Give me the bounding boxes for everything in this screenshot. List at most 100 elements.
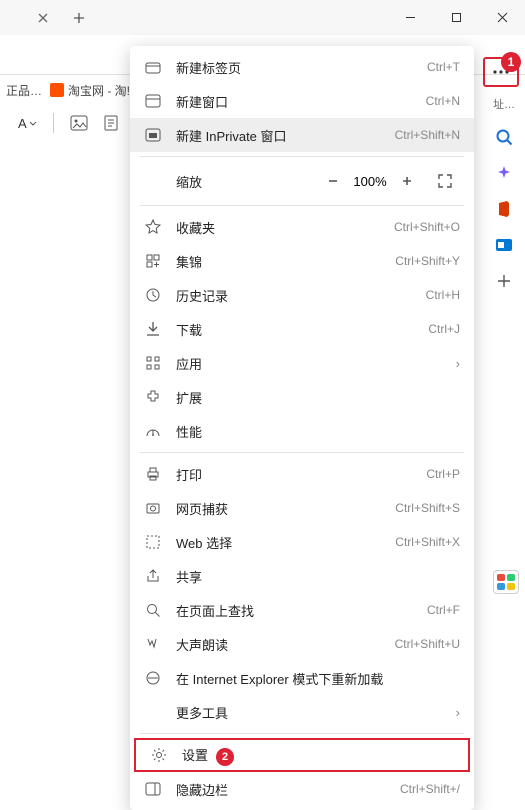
menu-item-label: 更多工具 <box>176 703 450 722</box>
outlook-icon[interactable] <box>493 234 515 256</box>
menu-downloads[interactable]: 下载 Ctrl+J <box>130 312 474 346</box>
menu-item-shortcut: Ctrl+Shift+/ <box>400 782 460 796</box>
share-icon <box>144 568 162 584</box>
favorites-item[interactable]: 正品… <box>6 82 42 99</box>
performance-icon <box>144 423 162 439</box>
menu-item-shortcut: Ctrl+Shift+X <box>395 535 460 549</box>
star-icon <box>144 219 162 235</box>
menu-item-label: Web 选择 <box>176 533 395 552</box>
window-minimize-button[interactable] <box>387 0 433 35</box>
menu-item-label: 扩展 <box>176 388 460 407</box>
menu-item-shortcut: Ctrl+P <box>426 467 460 481</box>
readaloud-icon <box>144 636 162 652</box>
new-tab-button[interactable] <box>64 3 94 33</box>
menu-item-label: 新建标签页 <box>176 58 427 77</box>
menu-new-inprivate[interactable]: 新建 InPrivate 窗口 Ctrl+Shift+N <box>130 118 474 152</box>
menu-item-label: 设置2 <box>182 745 454 766</box>
menu-history[interactable]: 历史记录 Ctrl+H <box>130 278 474 312</box>
menu-separator <box>140 733 464 734</box>
zoom-label: 缩放 <box>176 172 318 191</box>
font-dropdown[interactable]: A <box>18 116 37 131</box>
menu-apps[interactable]: 应用 › <box>130 346 474 380</box>
menu-webcapture[interactable]: 网页捕获 Ctrl+Shift+S <box>130 491 474 525</box>
window-maximize-button[interactable] <box>433 0 479 35</box>
tab-icon <box>144 60 162 74</box>
menu-item-shortcut: Ctrl+F <box>427 603 460 617</box>
callout-badge-2: 2 <box>216 748 234 766</box>
menu-new-window[interactable]: 新建窗口 Ctrl+N <box>130 84 474 118</box>
menu-item-label: 应用 <box>176 354 450 373</box>
chevron-right-icon: › <box>456 356 460 371</box>
apps-icon <box>144 355 162 371</box>
menu-new-tab[interactable]: 新建标签页 Ctrl+T <box>130 50 474 84</box>
menu-item-label: 网页捕获 <box>176 499 395 518</box>
sidebar-icon <box>144 782 162 796</box>
menu-performance[interactable]: 性能 <box>130 414 474 448</box>
menu-item-shortcut: Ctrl+N <box>426 94 460 108</box>
menu-item-label: 性能 <box>176 422 460 441</box>
image-icon[interactable] <box>70 115 88 131</box>
menu-item-shortcut: Ctrl+Shift+O <box>394 220 460 234</box>
extensions-icon <box>144 389 162 405</box>
menu-item-label: 在页面上查找 <box>176 601 427 620</box>
menu-separator <box>140 156 464 157</box>
siderail-add-button[interactable] <box>493 270 515 292</box>
menu-item-label: 大声朗读 <box>176 635 395 654</box>
office-icon[interactable] <box>493 198 515 220</box>
print-icon <box>144 466 162 482</box>
menu-collections[interactable]: 集锦 Ctrl+Shift+Y <box>130 244 474 278</box>
menu-item-label: 下载 <box>176 320 428 339</box>
zoom-out-button[interactable] <box>318 166 348 196</box>
menu-item-shortcut: Ctrl+Shift+N <box>395 128 460 142</box>
menu-share[interactable]: 共享 <box>130 559 474 593</box>
fullscreen-button[interactable] <box>430 166 460 196</box>
capture-icon <box>144 500 162 516</box>
search-icon[interactable] <box>493 126 515 148</box>
menu-separator <box>140 205 464 206</box>
history-icon <box>144 287 162 303</box>
zoom-value: 100% <box>348 174 392 189</box>
menu-more-tools[interactable]: 更多工具 › <box>130 695 474 729</box>
separator <box>53 113 54 133</box>
menu-separator <box>140 452 464 453</box>
menu-webselect[interactable]: Web 选择 Ctrl+Shift+X <box>130 525 474 559</box>
taobao-icon <box>50 83 64 97</box>
menu-item-label: 集锦 <box>176 252 395 271</box>
page-icon[interactable] <box>104 115 118 131</box>
select-icon <box>144 534 162 550</box>
inprivate-icon <box>144 128 162 142</box>
find-icon <box>144 602 162 618</box>
siderail-truncated-label: 址… <box>493 96 515 112</box>
siderail-tiles-button[interactable] <box>493 570 519 594</box>
menu-item-label: 历史记录 <box>176 286 426 305</box>
menu-item-label: 打印 <box>176 465 426 484</box>
menu-settings[interactable]: 设置2 <box>134 738 470 772</box>
title-bar <box>0 0 525 35</box>
window-close-button[interactable] <box>479 0 525 35</box>
menu-readaloud[interactable]: 大声朗读 Ctrl+Shift+U <box>130 627 474 661</box>
menu-item-label: 新建 InPrivate 窗口 <box>176 126 395 145</box>
menu-item-shortcut: Ctrl+Shift+Y <box>395 254 460 268</box>
collections-icon <box>144 253 162 269</box>
menu-zoom-row: 缩放 100% <box>130 161 474 201</box>
menu-find[interactable]: 在页面上查找 Ctrl+F <box>130 593 474 627</box>
download-icon <box>144 321 162 337</box>
menu-item-shortcut: Ctrl+H <box>426 288 460 302</box>
menu-item-label: 新建窗口 <box>176 92 426 111</box>
menu-hide-sidebar[interactable]: 隐藏边栏 Ctrl+Shift+/ <box>130 772 474 806</box>
menu-ie-mode[interactable]: 在 Internet Explorer 模式下重新加载 <box>130 661 474 695</box>
menu-print[interactable]: 打印 Ctrl+P <box>130 457 474 491</box>
menu-extensions[interactable]: 扩展 <box>130 380 474 414</box>
menu-item-label: 共享 <box>176 567 460 586</box>
menu-item-shortcut: Ctrl+T <box>427 60 460 74</box>
window-icon <box>144 94 162 108</box>
sparkle-icon[interactable] <box>493 162 515 184</box>
menu-item-label: 隐藏边栏 <box>176 780 400 799</box>
menu-item-shortcut: Ctrl+Shift+U <box>395 637 460 651</box>
tab-close-button[interactable] <box>30 5 56 31</box>
menu-favorites[interactable]: 收藏夹 Ctrl+Shift+O <box>130 210 474 244</box>
favorites-item-label: 正品… <box>6 82 42 99</box>
side-rail: 址… <box>483 88 525 292</box>
gear-icon <box>150 747 168 763</box>
zoom-in-button[interactable] <box>392 166 422 196</box>
